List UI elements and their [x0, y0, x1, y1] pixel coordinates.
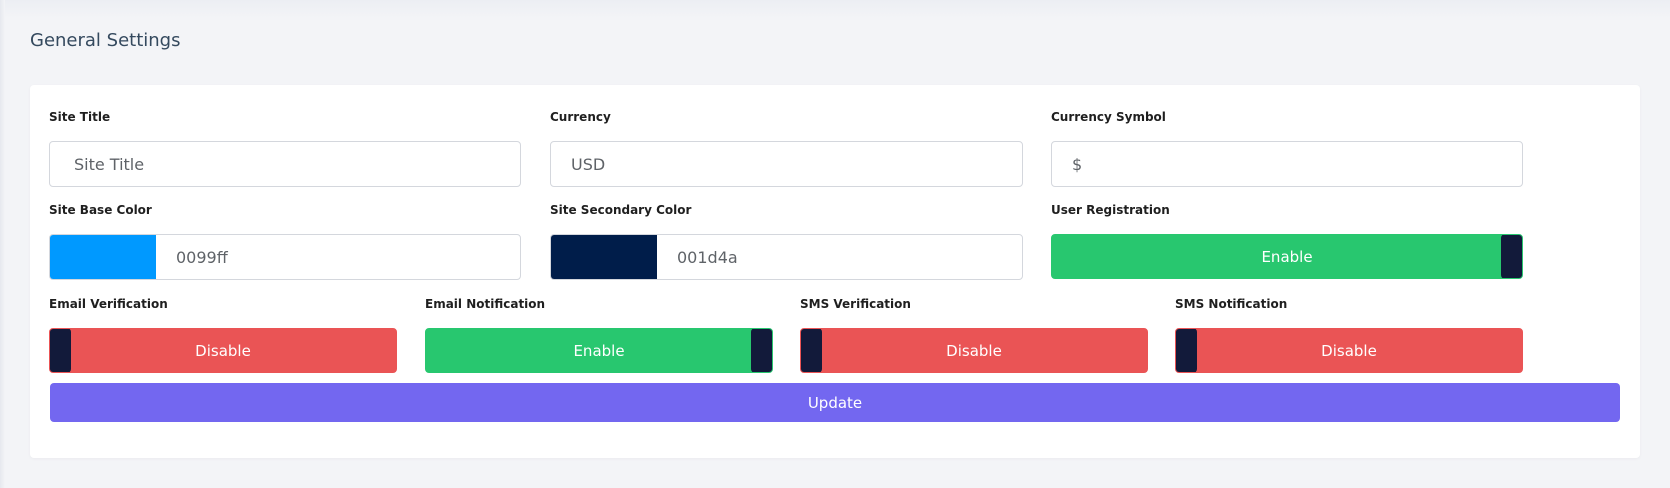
currency-field: Currency — [550, 108, 1023, 188]
site-secondary-color-swatch[interactable] — [551, 235, 657, 279]
currency-symbol-field: Currency Symbol — [1051, 108, 1523, 188]
site-title-field: Site Title — [49, 108, 521, 188]
sms-verification-state: Disable — [946, 341, 1002, 360]
email-notification-state: Enable — [573, 341, 625, 360]
page-title: General Settings — [30, 30, 181, 51]
top-bar-shadow — [0, 0, 1670, 18]
sms-notification-state: Disable — [1321, 341, 1377, 360]
email-verification-field: Email Verification Disable — [49, 295, 397, 375]
user-registration-state: Enable — [1261, 247, 1313, 266]
sms-notification-label: SMS Notification — [1175, 297, 1288, 311]
email-notification-field: Email Notification Enable — [425, 295, 773, 375]
site-base-color-swatch[interactable] — [50, 235, 156, 279]
currency-label: Currency — [550, 110, 611, 124]
email-verification-toggle[interactable]: Disable — [49, 328, 397, 373]
sms-verification-field: SMS Verification Disable — [800, 295, 1148, 375]
email-verification-state: Disable — [195, 341, 251, 360]
sms-verification-knob[interactable] — [801, 329, 822, 372]
currency-symbol-label: Currency Symbol — [1051, 110, 1166, 124]
settings-card: Site Title Currency Currency Symbol Site… — [30, 85, 1640, 458]
user-registration-toggle[interactable]: Enable — [1051, 234, 1523, 279]
user-registration-label: User Registration — [1051, 203, 1170, 217]
site-base-color-group — [49, 234, 521, 280]
email-verification-knob[interactable] — [50, 329, 71, 372]
email-verification-label: Email Verification — [49, 297, 168, 311]
site-base-color-label: Site Base Color — [49, 203, 152, 217]
site-secondary-color-label: Site Secondary Color — [550, 203, 692, 217]
site-secondary-color-input[interactable] — [657, 235, 1022, 279]
sms-notification-toggle[interactable]: Disable — [1175, 328, 1523, 373]
site-base-color-input[interactable] — [156, 235, 520, 279]
update-button[interactable]: Update — [50, 383, 1620, 422]
site-secondary-color-group — [550, 234, 1023, 280]
sms-verification-toggle[interactable]: Disable — [800, 328, 1148, 373]
currency-input[interactable] — [550, 141, 1023, 187]
email-notification-knob[interactable] — [751, 329, 772, 372]
sms-notification-field: SMS Notification Disable — [1175, 295, 1523, 375]
sms-notification-knob[interactable] — [1176, 329, 1197, 372]
sms-verification-label: SMS Verification — [800, 297, 911, 311]
currency-symbol-input[interactable] — [1051, 141, 1523, 187]
site-secondary-color-field: Site Secondary Color — [550, 201, 1023, 281]
email-notification-toggle[interactable]: Enable — [425, 328, 773, 373]
site-title-label: Site Title — [49, 110, 111, 124]
left-edge-shadow — [0, 0, 5, 488]
email-notification-label: Email Notification — [425, 297, 546, 311]
site-base-color-field: Site Base Color — [49, 201, 521, 281]
site-title-input[interactable] — [49, 141, 521, 187]
user-registration-field: User Registration Enable — [1051, 201, 1523, 281]
user-registration-knob[interactable] — [1501, 235, 1522, 278]
